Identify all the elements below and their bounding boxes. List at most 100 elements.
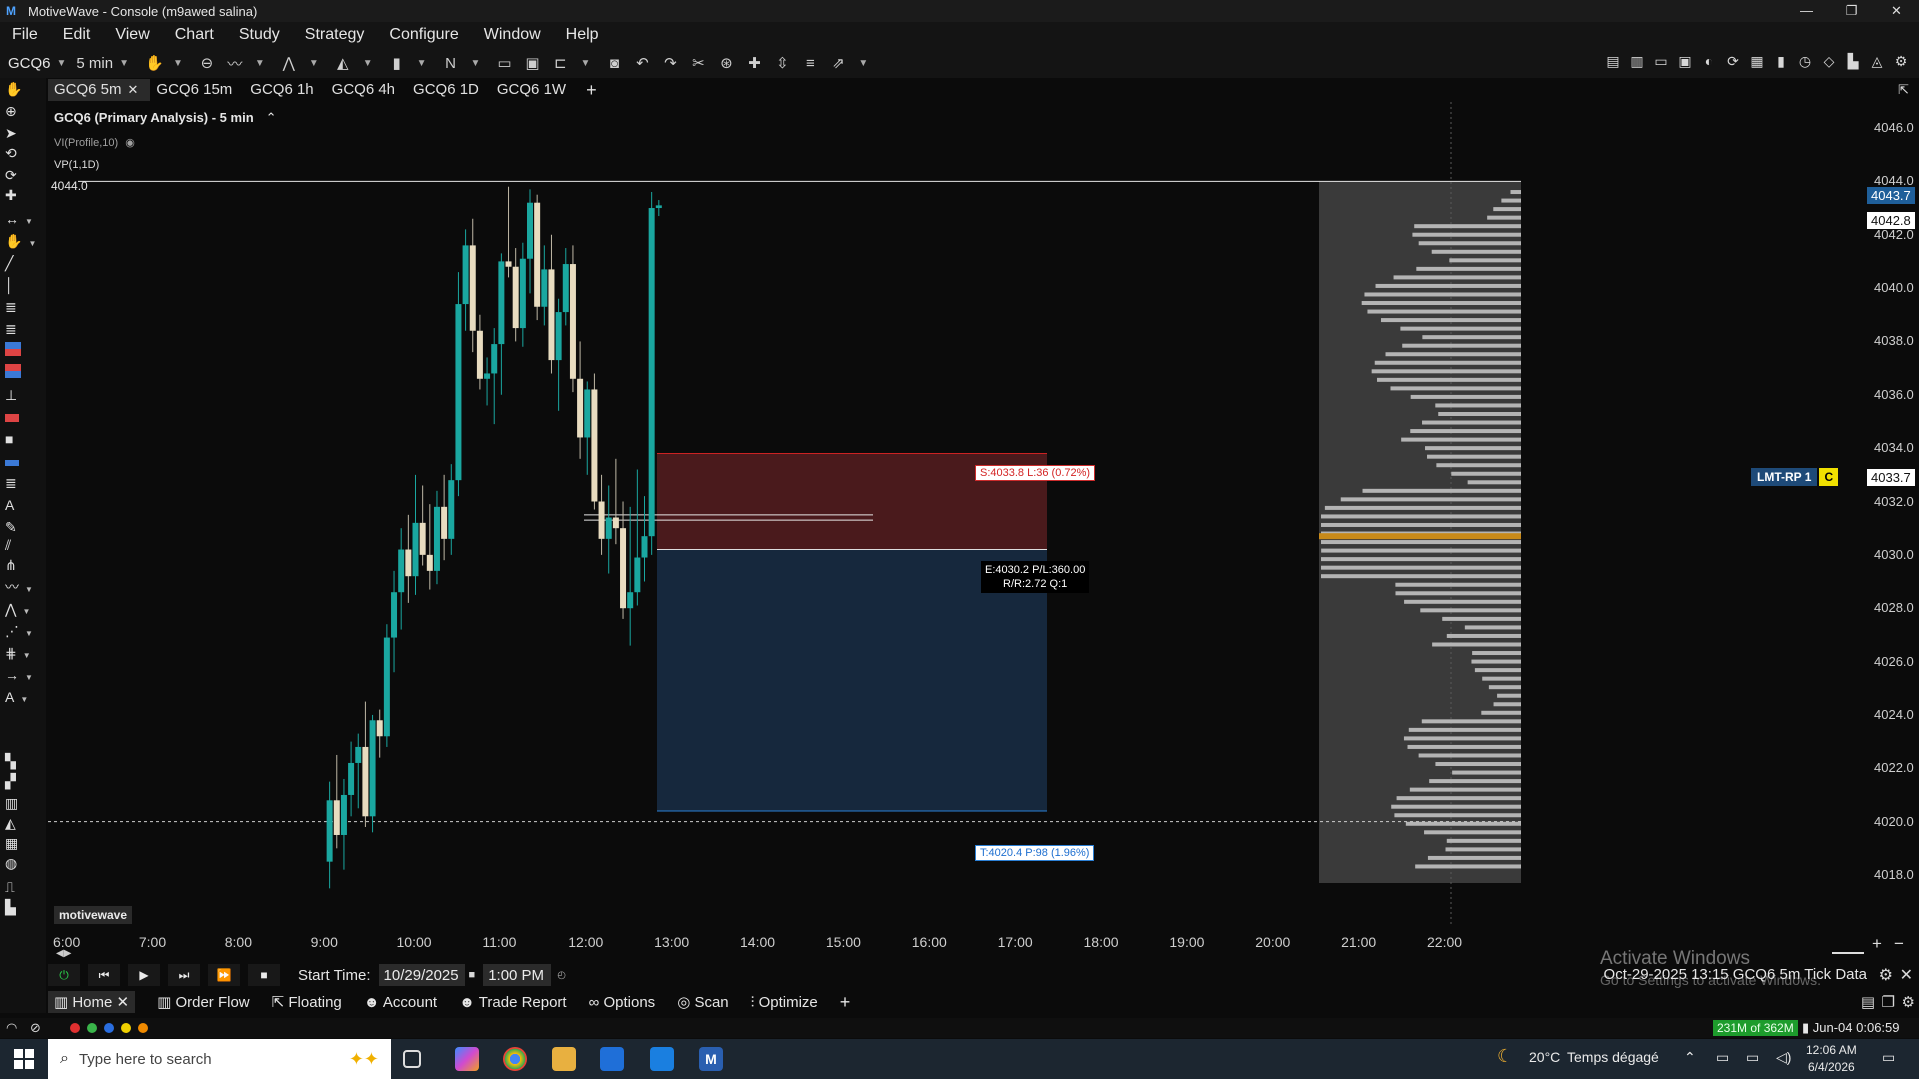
layers-icon[interactable]: ▚ — [5, 752, 41, 770]
undock-icon[interactable]: ⇱ — [1898, 82, 1909, 98]
candle-body[interactable] — [462, 245, 469, 305]
microsoft-store-icon[interactable] — [600, 1047, 624, 1071]
gear-icon[interactable]: ⚙ — [1902, 993, 1915, 1011]
power-icon[interactable]: ⏻ — [48, 964, 80, 986]
dom-icon[interactable]: ▙ — [1841, 53, 1865, 70]
candle-body[interactable] — [605, 517, 612, 539]
candle-body[interactable] — [627, 592, 634, 609]
display-icon[interactable]: ▭ — [1746, 1049, 1759, 1066]
grid-tool-icon[interactable]: ⋕ ▼ — [5, 644, 41, 662]
candle-body[interactable] — [498, 261, 505, 345]
chevron-down-icon[interactable]: ▼ — [255, 58, 265, 69]
candle-body[interactable] — [376, 720, 383, 737]
candle-body[interactable] — [455, 304, 462, 481]
price-range-icon[interactable]: ⊥ — [5, 386, 41, 404]
tab-gcq6-15m[interactable]: GCQ6 15m — [150, 79, 244, 101]
outlook-icon[interactable] — [650, 1047, 674, 1071]
tab-gcq6-5m[interactable]: GCQ6 5m ✕ — [48, 79, 151, 101]
chevron-down-icon[interactable]: ▼ — [417, 58, 427, 69]
line-tool-icon[interactable]: ╱ — [5, 254, 41, 272]
chevron-down-icon[interactable]: ▼ — [580, 58, 590, 69]
weather-temp[interactable]: 20°C — [1529, 1049, 1560, 1065]
add-tab-icon[interactable]: + — [586, 80, 597, 101]
cancel-order-button[interactable]: C — [1819, 468, 1839, 486]
nav-optimize[interactable]: ⫶ Optimize — [751, 994, 818, 1011]
panel-icon[interactable]: ▤ — [1601, 53, 1625, 70]
link-icon[interactable]: ⊛ — [718, 54, 734, 72]
candle-body[interactable] — [555, 312, 562, 361]
restore-icon[interactable]: ❐ — [1829, 0, 1874, 22]
zoom-in-icon[interactable]: + — [1872, 934, 1882, 954]
calendar-icon[interactable]: ■ — [469, 969, 476, 981]
undo-icon[interactable]: ↶ — [634, 54, 650, 72]
chevron-up-icon[interactable]: ⌃ — [266, 110, 277, 125]
pencil-icon[interactable]: ✎ — [5, 518, 41, 536]
chevron-down-icon[interactable]: ▼ — [471, 58, 481, 69]
arrow-icon[interactable]: → ▼ — [5, 666, 41, 684]
candle-body[interactable] — [569, 264, 576, 379]
candle-body[interactable] — [527, 202, 533, 259]
pitchfork-icon[interactable]: ⋔ — [5, 556, 41, 574]
candle-body[interactable] — [648, 208, 655, 537]
clock-small-icon[interactable]: ◴ — [557, 970, 566, 981]
area-chart-icon[interactable]: ◭ — [335, 54, 351, 72]
chevron-down-icon[interactable]: ▼ — [57, 58, 67, 69]
minimize-icon[interactable]: — — [1784, 0, 1829, 22]
hand-draw-icon[interactable]: ✋ ▼ — [5, 232, 41, 250]
close-icon[interactable]: ✕ — [1900, 965, 1913, 985]
list-icon[interactable]: ≡ — [802, 55, 818, 72]
chevron-down-icon[interactable]: ▼ — [309, 58, 319, 69]
bar-chart-icon[interactable]: ▥ — [5, 794, 41, 812]
text-icon[interactable]: A — [5, 496, 41, 514]
chevron-down-icon[interactable]: ▼ — [119, 58, 129, 69]
candle-body[interactable] — [383, 637, 390, 737]
alert-icon[interactable]: ◬ — [1865, 53, 1889, 70]
chrome-icon[interactable] — [503, 1047, 527, 1071]
table-icon[interactable]: ▦ — [1745, 53, 1769, 70]
play-icon[interactable]: ▶ — [128, 964, 160, 986]
tab-gcq6-1h[interactable]: GCQ6 1h — [244, 79, 325, 101]
candle-body[interactable] — [340, 794, 347, 835]
share-icon[interactable]: ⇗ — [830, 54, 846, 72]
zoom-out-minus-icon[interactable]: − — [1894, 934, 1904, 954]
candle-body[interactable] — [469, 245, 476, 331]
vertical-line-icon[interactable]: │ — [5, 276, 41, 294]
candle-body[interactable] — [598, 501, 605, 539]
parallel-lines-icon[interactable]: ⫽ — [5, 536, 41, 554]
menu-chart[interactable]: Chart — [163, 26, 227, 44]
file-explorer-icon[interactable] — [552, 1047, 576, 1071]
gear-icon[interactable]: ⚙ — [1879, 965, 1893, 985]
candle-body[interactable] — [491, 344, 498, 374]
hand-icon[interactable]: ✋ — [145, 54, 164, 72]
tab-gcq6-1d[interactable]: GCQ6 1D — [407, 79, 491, 101]
chevron-down-icon[interactable]: ▼ — [173, 58, 183, 69]
menu-study[interactable]: Study — [227, 26, 293, 44]
fast-forward-icon[interactable]: ⏩ — [208, 964, 240, 986]
volume-icon[interactable]: ▥ — [1625, 53, 1649, 70]
stop-loss-label[interactable]: S:4033.8 L:36 (0.72%) — [975, 465, 1096, 481]
candle-body[interactable] — [534, 202, 541, 307]
skip-back-icon[interactable]: ⏮ — [88, 964, 120, 986]
long-position-icon[interactable] — [5, 342, 41, 360]
chevron-down-icon[interactable]: ▼ — [363, 58, 373, 69]
book-icon[interactable]: ▮ — [1769, 53, 1793, 70]
tab-gcq6-4h[interactable]: GCQ6 4h — [326, 79, 407, 101]
candle-body[interactable] — [419, 522, 426, 555]
nav-options[interactable]: ∞ Options — [589, 994, 656, 1011]
gear-icon[interactable]: ⚙ — [1889, 53, 1913, 70]
chart-area[interactable] — [48, 102, 1866, 927]
study-label-vp[interactable]: VP(1,1D) — [54, 159, 99, 171]
candle-body[interactable] — [591, 389, 598, 502]
redo-icon[interactable]: ↷ — [662, 54, 678, 72]
candle-body[interactable] — [484, 373, 491, 379]
weather-desc[interactable]: Temps dégagé — [1567, 1049, 1659, 1065]
refresh-icon[interactable]: ⟳ — [1721, 53, 1745, 70]
candle-body[interactable] — [512, 266, 519, 329]
path-icon[interactable]: 〰 ▼ — [5, 578, 41, 596]
range-icon[interactable]: ⇳ — [774, 54, 790, 72]
candle-body[interactable] — [391, 592, 398, 638]
close-icon[interactable]: ✕ — [1874, 0, 1919, 22]
candle-body[interactable] — [641, 536, 648, 558]
zone-icon[interactable] — [5, 452, 41, 470]
candle-icon[interactable]: ▮ — [389, 54, 405, 72]
